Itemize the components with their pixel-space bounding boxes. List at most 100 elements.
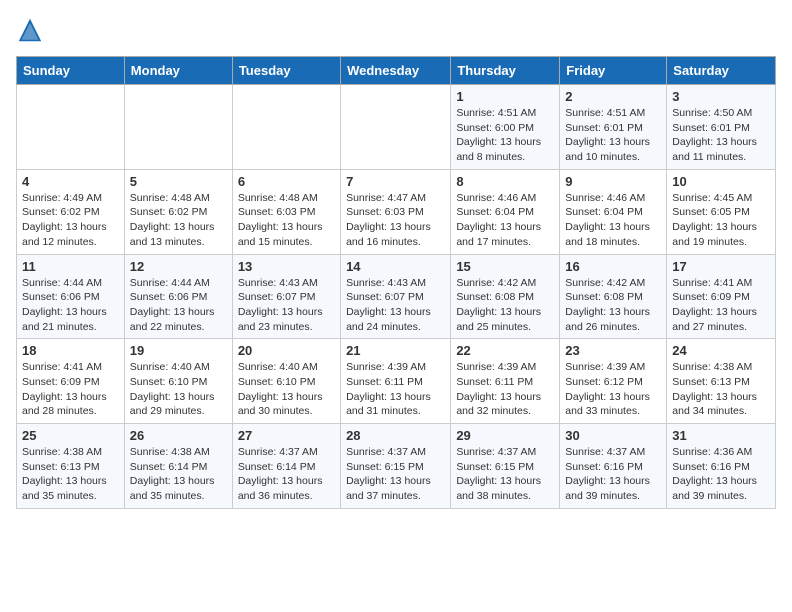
day-info: Sunrise: 4:48 AM Sunset: 6:03 PM Dayligh… [238,191,335,250]
day-number: 15 [456,259,554,274]
day-number: 1 [456,89,554,104]
calendar-cell: 16 Sunrise: 4:42 AM Sunset: 6:08 PM Dayli… [560,254,667,339]
calendar-cell: 4 Sunrise: 4:49 AM Sunset: 6:02 PM Daylig… [17,169,125,254]
day-number: 20 [238,343,335,358]
day-info: Sunrise: 4:48 AM Sunset: 6:02 PM Dayligh… [130,191,227,250]
day-number: 14 [346,259,445,274]
calendar-cell [17,85,125,170]
page-header [16,16,776,44]
day-number: 28 [346,428,445,443]
calendar-cell: 12 Sunrise: 4:44 AM Sunset: 6:06 PM Dayli… [124,254,232,339]
calendar-cell: 3Sunrise: 4:50 AM Sunset: 6:01 PM Daylig… [667,85,776,170]
weekday-header-thursday: Thursday [451,57,560,85]
calendar-cell: 27 Sunrise: 4:37 AM Sunset: 6:14 PM Dayli… [232,424,340,509]
day-info: Sunrise: 4:39 AM Sunset: 6:11 PM Dayligh… [456,360,554,419]
day-number: 26 [130,428,227,443]
calendar-cell: 10 Sunrise: 4:45 AM Sunset: 6:05 PM Dayli… [667,169,776,254]
day-number: 11 [22,259,119,274]
day-info: Sunrise: 4:39 AM Sunset: 6:12 PM Dayligh… [565,360,661,419]
calendar-cell: 19 Sunrise: 4:40 AM Sunset: 6:10 PM Dayli… [124,339,232,424]
day-number: 12 [130,259,227,274]
calendar-cell: 29 Sunrise: 4:37 AM Sunset: 6:15 PM Dayli… [451,424,560,509]
calendar-cell: 21Sunrise: 4:39 AM Sunset: 6:11 PM Dayli… [341,339,451,424]
weekday-header-saturday: Saturday [667,57,776,85]
calendar-cell: 8 Sunrise: 4:46 AM Sunset: 6:04 PM Daylig… [451,169,560,254]
weekday-header-tuesday: Tuesday [232,57,340,85]
day-number: 8 [456,174,554,189]
day-info: Sunrise: 4:39 AM Sunset: 6:11 PM Dayligh… [346,360,445,419]
day-number: 5 [130,174,227,189]
day-info: Sunrise: 4:41 AM Sunset: 6:09 PM Dayligh… [672,276,770,335]
day-number: 18 [22,343,119,358]
weekday-header-sunday: Sunday [17,57,125,85]
day-number: 16 [565,259,661,274]
day-info: Sunrise: 4:38 AM Sunset: 6:14 PM Dayligh… [130,445,227,504]
day-info: Sunrise: 4:45 AM Sunset: 6:05 PM Dayligh… [672,191,770,250]
calendar-cell: 24 Sunrise: 4:38 AM Sunset: 6:13 PM Dayli… [667,339,776,424]
calendar-cell [124,85,232,170]
calendar-cell: 15 Sunrise: 4:42 AM Sunset: 6:08 PM Dayli… [451,254,560,339]
weekday-header-row: SundayMondayTuesdayWednesdayThursdayFrid… [17,57,776,85]
day-number: 6 [238,174,335,189]
calendar-week-3: 11 Sunrise: 4:44 AM Sunset: 6:06 PM Dayli… [17,254,776,339]
day-number: 29 [456,428,554,443]
calendar-cell: 26 Sunrise: 4:38 AM Sunset: 6:14 PM Dayli… [124,424,232,509]
day-info: Sunrise: 4:42 AM Sunset: 6:08 PM Dayligh… [565,276,661,335]
calendar-cell: 7Sunrise: 4:47 AM Sunset: 6:03 PM Daylig… [341,169,451,254]
day-number: 27 [238,428,335,443]
day-number: 10 [672,174,770,189]
day-info: Sunrise: 4:44 AM Sunset: 6:06 PM Dayligh… [22,276,119,335]
calendar-cell: 17 Sunrise: 4:41 AM Sunset: 6:09 PM Dayli… [667,254,776,339]
day-info: Sunrise: 4:51 AM Sunset: 6:00 PM Dayligh… [456,106,554,165]
day-number: 30 [565,428,661,443]
day-info: Sunrise: 4:38 AM Sunset: 6:13 PM Dayligh… [672,360,770,419]
calendar-table: SundayMondayTuesdayWednesdayThursdayFrid… [16,56,776,509]
calendar-cell [232,85,340,170]
day-info: Sunrise: 4:44 AM Sunset: 6:06 PM Dayligh… [130,276,227,335]
calendar-cell: 1 Sunrise: 4:51 AM Sunset: 6:00 PM Daylig… [451,85,560,170]
day-number: 2 [565,89,661,104]
day-number: 23 [565,343,661,358]
calendar-cell: 20 Sunrise: 4:40 AM Sunset: 6:10 PM Dayli… [232,339,340,424]
day-info: Sunrise: 4:40 AM Sunset: 6:10 PM Dayligh… [238,360,335,419]
day-info: Sunrise: 4:41 AM Sunset: 6:09 PM Dayligh… [22,360,119,419]
day-number: 25 [22,428,119,443]
day-number: 3 [672,89,770,104]
day-info: Sunrise: 4:43 AM Sunset: 6:07 PM Dayligh… [238,276,335,335]
day-info: Sunrise: 4:37 AM Sunset: 6:15 PM Dayligh… [456,445,554,504]
day-number: 22 [456,343,554,358]
calendar-body: 1 Sunrise: 4:51 AM Sunset: 6:00 PM Daylig… [17,85,776,509]
day-info: Sunrise: 4:46 AM Sunset: 6:04 PM Dayligh… [565,191,661,250]
day-number: 13 [238,259,335,274]
calendar-week-5: 25Sunrise: 4:38 AM Sunset: 6:13 PM Dayli… [17,424,776,509]
calendar-cell: 30 Sunrise: 4:37 AM Sunset: 6:16 PM Dayli… [560,424,667,509]
day-info: Sunrise: 4:37 AM Sunset: 6:15 PM Dayligh… [346,445,445,504]
day-info: Sunrise: 4:46 AM Sunset: 6:04 PM Dayligh… [456,191,554,250]
day-number: 17 [672,259,770,274]
weekday-header-wednesday: Wednesday [341,57,451,85]
calendar-week-2: 4 Sunrise: 4:49 AM Sunset: 6:02 PM Daylig… [17,169,776,254]
calendar-cell: 31Sunrise: 4:36 AM Sunset: 6:16 PM Dayli… [667,424,776,509]
day-info: Sunrise: 4:40 AM Sunset: 6:10 PM Dayligh… [130,360,227,419]
day-info: Sunrise: 4:49 AM Sunset: 6:02 PM Dayligh… [22,191,119,250]
calendar-cell: 22 Sunrise: 4:39 AM Sunset: 6:11 PM Dayli… [451,339,560,424]
day-info: Sunrise: 4:37 AM Sunset: 6:14 PM Dayligh… [238,445,335,504]
day-info: Sunrise: 4:43 AM Sunset: 6:07 PM Dayligh… [346,276,445,335]
day-number: 19 [130,343,227,358]
day-number: 4 [22,174,119,189]
calendar-cell [341,85,451,170]
calendar-week-4: 18 Sunrise: 4:41 AM Sunset: 6:09 PM Dayli… [17,339,776,424]
calendar-cell: 9Sunrise: 4:46 AM Sunset: 6:04 PM Daylig… [560,169,667,254]
weekday-header-monday: Monday [124,57,232,85]
day-info: Sunrise: 4:42 AM Sunset: 6:08 PM Dayligh… [456,276,554,335]
calendar-cell: 2Sunrise: 4:51 AM Sunset: 6:01 PM Daylig… [560,85,667,170]
calendar-cell: 25Sunrise: 4:38 AM Sunset: 6:13 PM Dayli… [17,424,125,509]
calendar-cell: 28 Sunrise: 4:37 AM Sunset: 6:15 PM Dayli… [341,424,451,509]
day-info: Sunrise: 4:36 AM Sunset: 6:16 PM Dayligh… [672,445,770,504]
calendar-header: SundayMondayTuesdayWednesdayThursdayFrid… [17,57,776,85]
calendar-cell: 14 Sunrise: 4:43 AM Sunset: 6:07 PM Dayli… [341,254,451,339]
calendar-cell: 23 Sunrise: 4:39 AM Sunset: 6:12 PM Dayli… [560,339,667,424]
day-info: Sunrise: 4:37 AM Sunset: 6:16 PM Dayligh… [565,445,661,504]
day-number: 24 [672,343,770,358]
calendar-cell: 5 Sunrise: 4:48 AM Sunset: 6:02 PM Daylig… [124,169,232,254]
